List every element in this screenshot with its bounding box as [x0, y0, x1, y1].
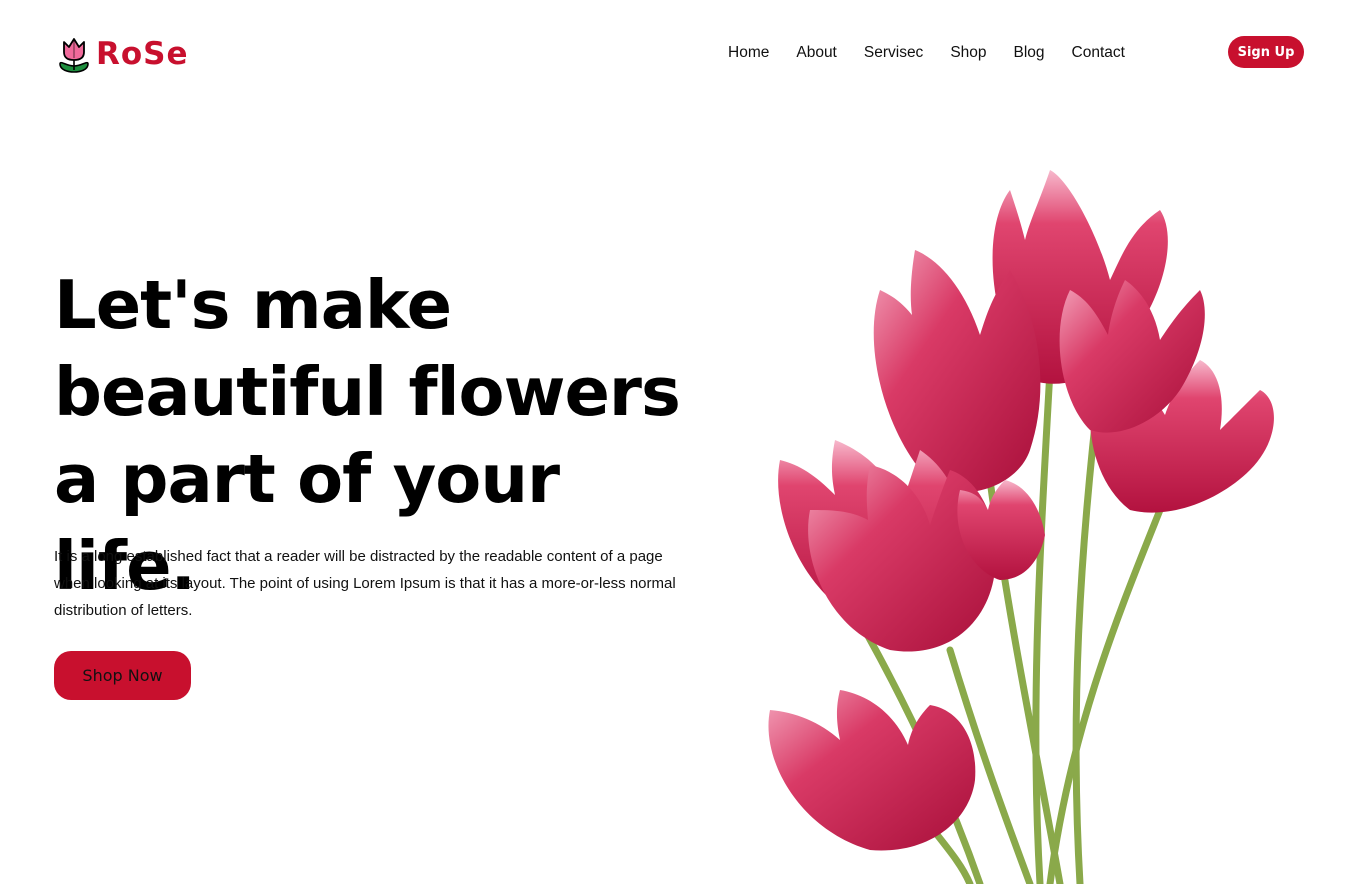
- hero-description: It is a long established fact that a rea…: [54, 548, 676, 619]
- sign-up-button[interactable]: Sign Up: [1228, 36, 1304, 68]
- tulip-icon: [59, 38, 89, 73]
- brand-logo[interactable]: RoSe: [56, 34, 189, 74]
- nav-item-blog[interactable]: Blog: [1014, 44, 1045, 62]
- nav-item-about[interactable]: About: [796, 44, 837, 62]
- main-nav: Home About Servisec Shop Blog Contact: [728, 44, 1125, 62]
- nav-item-home[interactable]: Home: [728, 44, 769, 62]
- tulips-image: [768, 170, 1274, 884]
- shop-now-button[interactable]: Shop Now: [54, 651, 191, 700]
- brand-name: RoSe: [96, 35, 189, 72]
- nav-item-services[interactable]: Servisec: [864, 44, 923, 62]
- nav-item-shop[interactable]: Shop: [950, 44, 986, 62]
- nav-item-contact[interactable]: Contact: [1072, 44, 1125, 62]
